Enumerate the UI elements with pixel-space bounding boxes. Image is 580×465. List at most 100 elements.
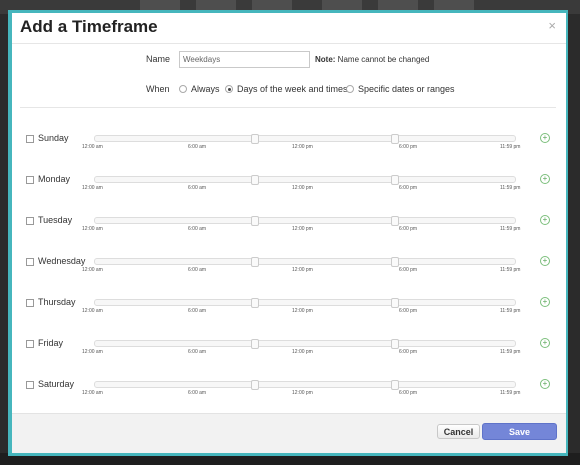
- tick-label: 6:00 pm: [399, 185, 418, 191]
- section-divider: [20, 107, 556, 108]
- tick-label: 12:00 pm: [292, 144, 313, 150]
- day-checkbox-tuesday[interactable]: [26, 217, 34, 225]
- time-slider-handle[interactable]: [391, 339, 399, 349]
- add-timeframe-dialog: Add a Timeframe × Name Note: Name cannot…: [12, 13, 566, 453]
- save-button[interactable]: Save: [482, 423, 557, 440]
- time-slider-handle[interactable]: [251, 339, 259, 349]
- plus-circle-icon[interactable]: +: [540, 379, 550, 389]
- time-slider-track[interactable]: [94, 339, 516, 349]
- day-checkbox-monday[interactable]: [26, 176, 34, 184]
- tick-label: 11:59 pm: [500, 226, 521, 232]
- time-slider-track[interactable]: [94, 175, 516, 185]
- tick-label: 6:00 pm: [399, 267, 418, 273]
- cancel-button[interactable]: Cancel: [437, 424, 480, 439]
- radio-specific-dates-label[interactable]: Specific dates or ranges: [358, 84, 455, 94]
- tick-label: 12:00 am: [82, 349, 103, 355]
- time-slider-handle[interactable]: [251, 380, 259, 390]
- day-row-tuesday: Tuesday 12:00 am 6:00 am 12:00 pm 6:00 pm 11:…: [12, 213, 566, 243]
- day-row-friday: Friday 12:00 am 6:00 am 12:00 pm 6:00 pm 11:5…: [12, 336, 566, 366]
- plus-circle-icon[interactable]: +: [540, 256, 550, 266]
- time-slider-handle[interactable]: [251, 257, 259, 267]
- radio-days-of-week-label[interactable]: Days of the week and times: [237, 84, 348, 94]
- time-slider-handle[interactable]: [251, 134, 259, 144]
- tick-label: 6:00 pm: [399, 349, 418, 355]
- name-note: Note: Name cannot be changed: [315, 55, 429, 64]
- tick-label: 6:00 am: [188, 349, 207, 355]
- radio-specific-dates[interactable]: [346, 85, 354, 93]
- day-label: Friday: [38, 338, 64, 348]
- day-label: Wednesday: [38, 256, 86, 266]
- radio-days-of-week[interactable]: [225, 85, 233, 93]
- day-row-sunday: Sunday 12:00 am 6:00 am 12:00 pm 6:00 pm 11:5…: [12, 131, 566, 161]
- tick-label: 11:59 pm: [500, 349, 521, 355]
- header-divider: [12, 43, 566, 44]
- tick-label: 11:59 pm: [500, 185, 521, 191]
- time-slider-handle[interactable]: [251, 216, 259, 226]
- tick-label: 12:00 pm: [292, 390, 313, 396]
- day-label: Monday: [38, 174, 71, 184]
- day-row-wednesday: Wednesday 12:00 am 6:00 am 12:00 pm 6:00 pm 1…: [12, 254, 566, 284]
- plus-circle-icon[interactable]: +: [540, 338, 550, 348]
- tick-label: 12:00 am: [82, 226, 103, 232]
- tick-label: 11:59 pm: [500, 308, 521, 314]
- tick-label: 12:00 am: [82, 308, 103, 314]
- time-slider-handle[interactable]: [391, 298, 399, 308]
- day-row-saturday: Saturday 12:00 am 6:00 am 12:00 pm 6:00 pm 11…: [12, 377, 566, 407]
- tick-label: 6:00 pm: [399, 226, 418, 232]
- time-slider-handle[interactable]: [391, 134, 399, 144]
- close-icon[interactable]: ×: [548, 18, 556, 33]
- tick-label: 12:00 am: [82, 390, 103, 396]
- name-field[interactable]: [179, 51, 310, 68]
- day-checkbox-friday[interactable]: [26, 340, 34, 348]
- tick-label: 6:00 pm: [399, 390, 418, 396]
- tick-label: 12:00 pm: [292, 267, 313, 273]
- tick-label: 11:59 pm: [500, 144, 521, 150]
- day-checkbox-saturday[interactable]: [26, 381, 34, 389]
- plus-circle-icon[interactable]: +: [540, 215, 550, 225]
- tick-label: 12:00 pm: [292, 185, 313, 191]
- tick-label: 12:00 pm: [292, 226, 313, 232]
- day-label: Thursday: [38, 297, 76, 307]
- tick-label: 6:00 am: [188, 144, 207, 150]
- tick-label: 6:00 am: [188, 185, 207, 191]
- tick-label: 11:59 pm: [500, 267, 521, 273]
- time-slider-track[interactable]: [94, 216, 516, 226]
- radio-always-label[interactable]: Always: [191, 84, 220, 94]
- tick-label: 6:00 pm: [399, 144, 418, 150]
- day-row-thursday: Thursday 12:00 am 6:00 am 12:00 pm 6:00 pm 11…: [12, 295, 566, 325]
- day-label: Tuesday: [38, 215, 73, 225]
- name-label: Name: [146, 54, 171, 64]
- note-text: Name cannot be changed: [335, 55, 430, 64]
- time-slider-track[interactable]: [94, 257, 516, 267]
- day-checkbox-thursday[interactable]: [26, 299, 34, 307]
- note-bold: Note:: [315, 55, 336, 64]
- tick-label: 6:00 am: [188, 267, 207, 273]
- day-label: Sunday: [38, 133, 69, 143]
- tick-label: 11:59 pm: [500, 390, 521, 396]
- day-label: Saturday: [38, 379, 75, 389]
- time-slider-handle[interactable]: [391, 216, 399, 226]
- time-slider-track[interactable]: [94, 298, 516, 308]
- day-row-monday: Monday 12:00 am 6:00 am 12:00 pm 6:00 pm 11:5…: [12, 172, 566, 202]
- tick-label: 12:00 am: [82, 185, 103, 191]
- tick-label: 6:00 am: [188, 308, 207, 314]
- time-slider-handle[interactable]: [391, 380, 399, 390]
- tick-label: 6:00 am: [188, 226, 207, 232]
- day-checkbox-sunday[interactable]: [26, 135, 34, 143]
- day-checkbox-wednesday[interactable]: [26, 258, 34, 266]
- dialog-title: Add a Timeframe: [20, 17, 158, 36]
- tick-label: 12:00 am: [82, 144, 103, 150]
- time-slider-track[interactable]: [94, 134, 516, 144]
- plus-circle-icon[interactable]: +: [540, 174, 550, 184]
- time-slider-handle[interactable]: [251, 298, 259, 308]
- tick-label: 12:00 am: [82, 267, 103, 273]
- time-slider-handle[interactable]: [251, 175, 259, 185]
- tick-label: 12:00 pm: [292, 349, 313, 355]
- time-slider-handle[interactable]: [391, 257, 399, 267]
- plus-circle-icon[interactable]: +: [540, 297, 550, 307]
- time-slider-handle[interactable]: [391, 175, 399, 185]
- time-slider-track[interactable]: [94, 380, 516, 390]
- plus-circle-icon[interactable]: +: [540, 133, 550, 143]
- tick-label: 6:00 pm: [399, 308, 418, 314]
- radio-always[interactable]: [179, 85, 187, 93]
